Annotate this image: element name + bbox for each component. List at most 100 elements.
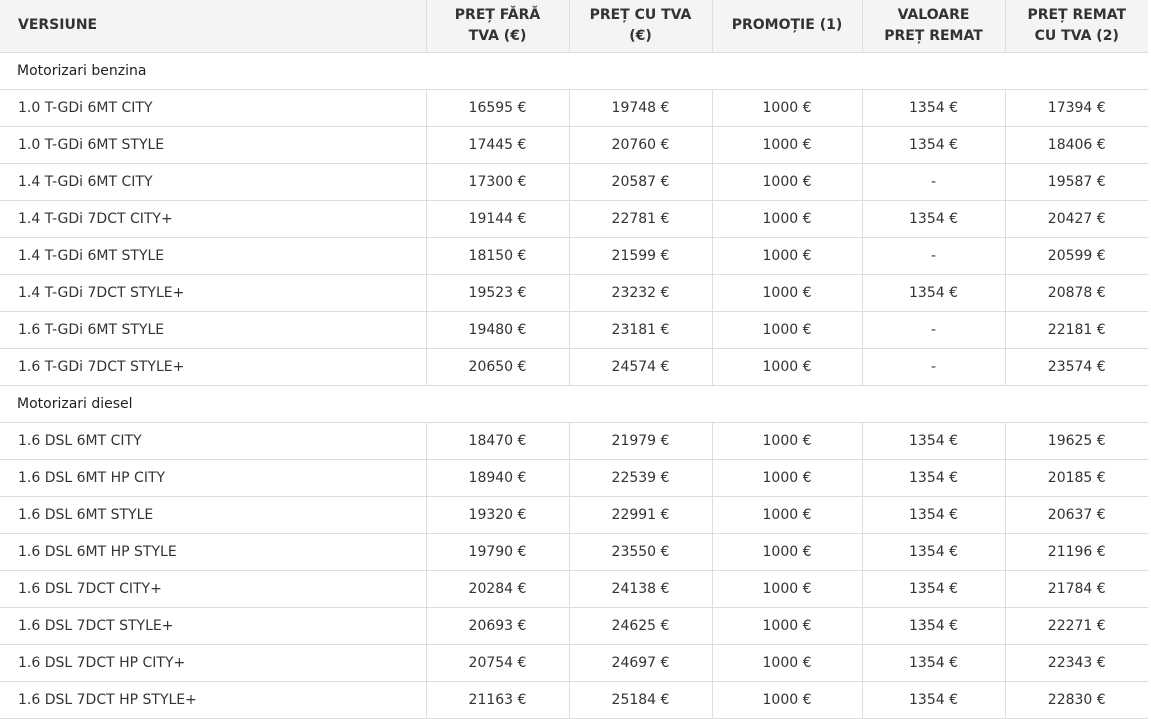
versiune-cell: 1.6 DSL 7DCT HP CITY+ [0, 644, 426, 682]
table-row: 1.4 T-GDi 7DCT STYLE+ 19523 €23232 €1000 … [0, 274, 1148, 312]
pret-fara-tva-cell: 21163 € [425, 681, 569, 719]
versiune-cell: 1.6 DSL 7DCT STYLE+ [0, 607, 426, 645]
pret-fara-tva-cell: 19523 € [425, 274, 569, 312]
pret-fara-tva-cell: 17300 € [425, 163, 569, 201]
pret-cu-tva-cell: 22539 € [568, 459, 712, 497]
valoare-pret-remat-cell: 1354 € [861, 274, 1005, 312]
pret-remat-cu-tva-cell: 20878 € [1004, 274, 1148, 312]
pret-remat-cu-tva-cell: 20637 € [1004, 496, 1148, 534]
pret-fara-tva-cell: 18940 € [425, 459, 569, 497]
pret-fara-tva-cell: 18150 € [425, 237, 569, 275]
versiune-cell: 1.4 T-GDi 6MT STYLE [0, 237, 426, 275]
pret-remat-cu-tva-cell: 22181 € [1004, 311, 1148, 349]
versiune-cell: 1.4 T-GDi 7DCT STYLE+ [0, 274, 426, 312]
promotie-cell: 1000 € [711, 644, 862, 682]
pret-fara-tva-cell: 20650 € [425, 348, 569, 386]
table-row: 1.6 DSL 7DCT STYLE+ 20693 €24625 €1000 €1… [0, 607, 1148, 645]
pret-cu-tva-cell: 22781 € [568, 200, 712, 238]
pret-remat-cu-tva-cell: 20185 € [1004, 459, 1148, 497]
table-row: 1.6 T-GDi 6MT STYLE 19480 €23181 €1000 € -… [0, 311, 1148, 349]
pret-remat-cu-tva-cell: 20599 € [1004, 237, 1148, 275]
versiune-cell: 1.6 DSL 7DCT HP STYLE+ [0, 681, 426, 719]
promotie-cell: 1000 € [711, 311, 862, 349]
versiune-cell: 1.4 T-GDi 7DCT CITY+ [0, 200, 426, 238]
header-valoare-pret-remat: VALOARE PREȚ REMAT [861, 0, 1005, 53]
pret-fara-tva-cell: 18470 € [425, 422, 569, 460]
section-row: Motorizari benzina [0, 52, 1148, 90]
promotie-cell: 1000 € [711, 570, 862, 608]
valoare-pret-remat-cell: - [861, 311, 1005, 349]
valoare-pret-remat-cell: 1354 € [861, 89, 1005, 127]
valoare-pret-remat-cell: - [861, 348, 1005, 386]
promotie-cell: 1000 € [711, 533, 862, 571]
valoare-pret-remat-cell: 1354 € [861, 681, 1005, 719]
versiune-cell: 1.0 T-GDi 6MT STYLE [0, 126, 426, 164]
header-row: VERSIUNE PREȚ FĂRĂ TVA (€) PREȚ CU TVA (… [0, 0, 1148, 53]
promotie-cell: 1000 € [711, 163, 862, 201]
table-row: 1.4 T-GDi 6MT STYLE 18150 €21599 €1000 € -… [0, 237, 1148, 275]
pret-cu-tva-cell: 24697 € [568, 644, 712, 682]
pret-remat-cu-tva-cell: 20427 € [1004, 200, 1148, 238]
table-row: 1.0 T-GDi 6MT STYLE 17445 €20760 €1000 €1… [0, 126, 1148, 164]
versiune-cell: 1.6 DSL 6MT STYLE [0, 496, 426, 534]
pret-remat-cu-tva-cell: 17394 € [1004, 89, 1148, 127]
pret-cu-tva-cell: 20760 € [568, 126, 712, 164]
promotie-cell: 1000 € [711, 200, 862, 238]
table-row: 1.0 T-GDi 6MT CITY 16595 €19748 €1000 €13… [0, 89, 1148, 127]
pret-cu-tva-cell: 21979 € [568, 422, 712, 460]
pret-fara-tva-cell: 19320 € [425, 496, 569, 534]
valoare-pret-remat-cell: 1354 € [861, 200, 1005, 238]
table-row: 1.6 DSL 7DCT CITY+ 20284 €24138 €1000 €13… [0, 570, 1148, 608]
pret-fara-tva-cell: 16595 € [425, 89, 569, 127]
promotie-cell: 1000 € [711, 681, 862, 719]
pret-remat-cu-tva-cell: 21196 € [1004, 533, 1148, 571]
pret-cu-tva-cell: 25184 € [568, 681, 712, 719]
promotie-cell: 1000 € [711, 459, 862, 497]
versiune-cell: 1.4 T-GDi 6MT CITY [0, 163, 426, 201]
pret-fara-tva-cell: 19790 € [425, 533, 569, 571]
pret-fara-tva-cell: 20754 € [425, 644, 569, 682]
section-title: Motorizari diesel [0, 385, 1148, 423]
pret-remat-cu-tva-cell: 18406 € [1004, 126, 1148, 164]
pret-cu-tva-cell: 24625 € [568, 607, 712, 645]
valoare-pret-remat-cell: - [861, 163, 1005, 201]
promotie-cell: 1000 € [711, 274, 862, 312]
pret-cu-tva-cell: 20587 € [568, 163, 712, 201]
header-versiune: VERSIUNE [0, 0, 426, 53]
header-pret-fara-tva: PREȚ FĂRĂ TVA (€) [425, 0, 569, 53]
table-body: Motorizari benzina 1.0 T-GDi 6MT CITY 1659… [0, 52, 1148, 719]
promotie-cell: 1000 € [711, 89, 862, 127]
pret-remat-cu-tva-cell: 22271 € [1004, 607, 1148, 645]
valoare-pret-remat-cell: 1354 € [861, 422, 1005, 460]
versiune-cell: 1.6 DSL 6MT HP STYLE [0, 533, 426, 571]
table-row: 1.6 T-GDi 7DCT STYLE+ 20650 €24574 €1000 … [0, 348, 1148, 386]
table-header: VERSIUNE PREȚ FĂRĂ TVA (€) PREȚ CU TVA (… [0, 0, 1148, 53]
pret-fara-tva-cell: 20284 € [425, 570, 569, 608]
header-promotie: PROMOȚIE (1) [711, 0, 862, 53]
table-row: 1.6 DSL 6MT CITY 18470 €21979 €1000 €1354… [0, 422, 1148, 460]
table-row: 1.6 DSL 6MT HP STYLE 19790 €23550 €1000 €… [0, 533, 1148, 571]
pret-cu-tva-cell: 19748 € [568, 89, 712, 127]
section-row: Motorizari diesel [0, 385, 1148, 423]
pret-fara-tva-cell: 19144 € [425, 200, 569, 238]
pret-remat-cu-tva-cell: 21784 € [1004, 570, 1148, 608]
pret-cu-tva-cell: 21599 € [568, 237, 712, 275]
pret-fara-tva-cell: 20693 € [425, 607, 569, 645]
pret-remat-cu-tva-cell: 22830 € [1004, 681, 1148, 719]
valoare-pret-remat-cell: - [861, 237, 1005, 275]
versiune-cell: 1.6 T-GDi 6MT STYLE [0, 311, 426, 349]
pret-cu-tva-cell: 22991 € [568, 496, 712, 534]
table-row: 1.6 DSL 7DCT HP STYLE+ 21163 €25184 €1000… [0, 681, 1148, 719]
pret-cu-tva-cell: 24138 € [568, 570, 712, 608]
valoare-pret-remat-cell: 1354 € [861, 533, 1005, 571]
pret-cu-tva-cell: 23232 € [568, 274, 712, 312]
valoare-pret-remat-cell: 1354 € [861, 496, 1005, 534]
pret-remat-cu-tva-cell: 19587 € [1004, 163, 1148, 201]
table-row: 1.6 DSL 6MT HP CITY 18940 €22539 €1000 €1… [0, 459, 1148, 497]
pret-fara-tva-cell: 17445 € [425, 126, 569, 164]
pret-cu-tva-cell: 23550 € [568, 533, 712, 571]
header-pret-remat-cu-tva: PREȚ REMAT CU TVA (2) [1004, 0, 1148, 53]
promotie-cell: 1000 € [711, 496, 862, 534]
pret-remat-cu-tva-cell: 22343 € [1004, 644, 1148, 682]
versiune-cell: 1.6 DSL 6MT CITY [0, 422, 426, 460]
